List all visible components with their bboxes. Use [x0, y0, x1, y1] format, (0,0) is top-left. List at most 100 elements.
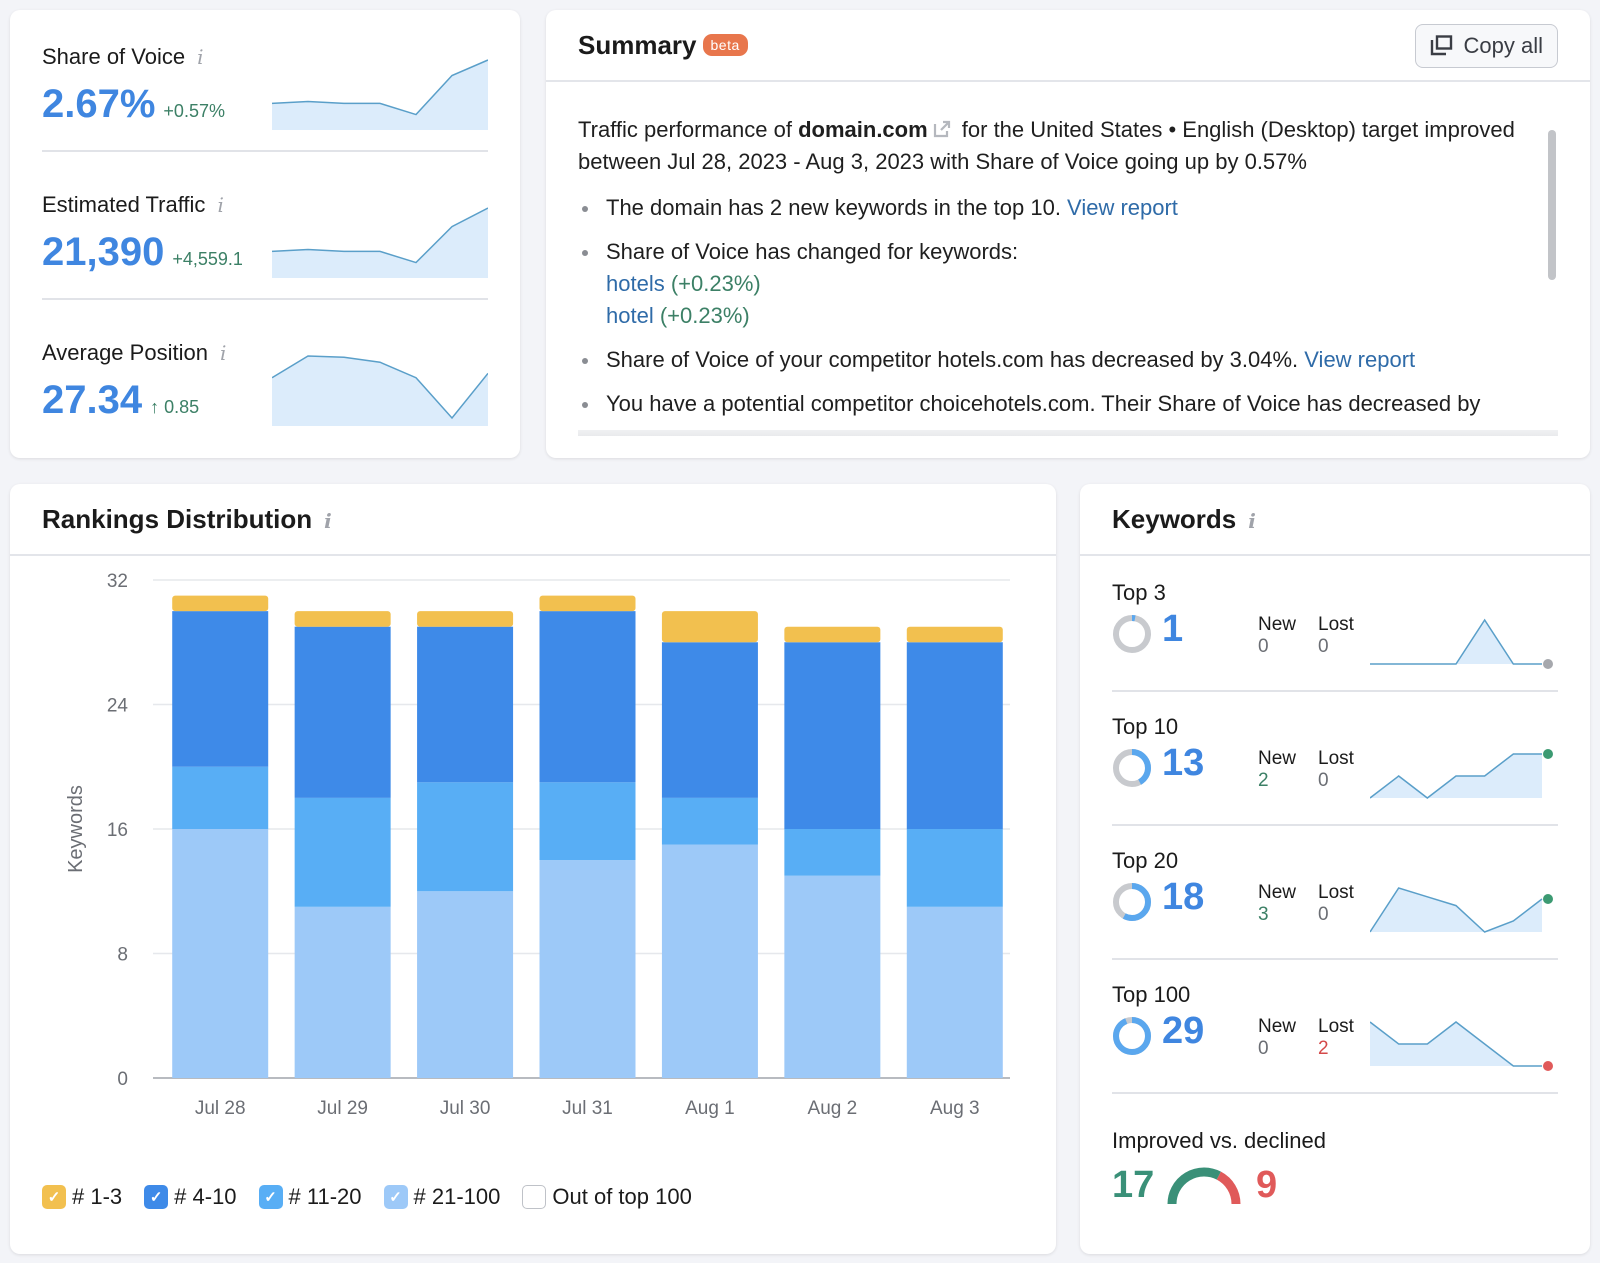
- keywords-header: Keywords i: [1080, 484, 1590, 556]
- legend-label: # 21-100: [413, 1184, 501, 1209]
- checkbox-checked-icon[interactable]: ✓: [258, 1185, 283, 1209]
- copy-all-label: Copy all: [1463, 33, 1543, 58]
- divider: [42, 150, 488, 152]
- metric-label: Average Position: [42, 340, 208, 365]
- x-tick-label: Jul 29: [317, 1098, 368, 1119]
- keyword-sparkline: [1370, 618, 1553, 669]
- keywords-card: Keywords i Top 3 1 New Lost 0 0 Top 10 13 New Lost…: [1080, 484, 1590, 1254]
- keyword-row-label: Top 100: [1112, 982, 1191, 1007]
- bullet-text: Share of Voice has changed for keywords:: [606, 239, 1019, 264]
- estimated-traffic-sparkline: [272, 207, 488, 278]
- y-tick-label: 0: [117, 1069, 128, 1090]
- checkbox-checked-icon[interactable]: ✓: [144, 1185, 169, 1209]
- legend-label: # 1-3: [72, 1184, 123, 1209]
- view-report-link[interactable]: View report: [1304, 347, 1415, 372]
- donut-icon: [1113, 615, 1151, 653]
- chart-legend: ✓ # 1-3 ✓ # 4-10 ✓ # 11-20 ✓ # 21-100 Out of top…: [42, 1184, 692, 1210]
- bar-segment-21-100: [784, 875, 881, 1078]
- bar-segment-11-20: [661, 797, 758, 845]
- share-of-voice-sparkline: [272, 59, 488, 130]
- keyword-change: (+0.23%): [670, 271, 761, 296]
- x-tick-label: Jul 28: [195, 1098, 246, 1119]
- summary-card: Summary beta Copy all Traffic performance…: [546, 10, 1590, 458]
- bar-segment-21-100: [294, 906, 391, 1078]
- legend-item[interactable]: ✓ # 11-20: [258, 1184, 362, 1210]
- improved-declined-gauge: [1167, 1167, 1241, 1205]
- checkbox-checked-icon[interactable]: ✓: [383, 1185, 408, 1209]
- rankings-distribution-card: Rankings Distribution i 0 8 16 24 32 Keywords J…: [10, 484, 1056, 1254]
- summary-scrollbar[interactable]: [1548, 130, 1556, 280]
- lost-label: Lost: [1318, 748, 1354, 769]
- new-label: New: [1258, 748, 1297, 769]
- info-icon[interactable]: i: [197, 45, 203, 69]
- summary-intro: Traffic performance of domain.com for th…: [578, 114, 1548, 178]
- info-icon[interactable]: i: [220, 341, 226, 365]
- bullet-text: Share of Voice of your competitor hotels…: [606, 347, 1305, 372]
- sparkline-area: [1370, 1022, 1542, 1066]
- view-report-link[interactable]: View report: [1067, 195, 1178, 220]
- legend-item[interactable]: ✓ # 4-10: [144, 1184, 237, 1210]
- keyword-row-top-10[interactable]: Top 10 13 New Lost 2 0: [1112, 714, 1558, 850]
- info-icon[interactable]: i: [1248, 509, 1256, 533]
- keyword-row-label: Top 20: [1112, 848, 1179, 873]
- legend-item[interactable]: ✓ # 1-3: [42, 1184, 122, 1210]
- sparkline-endpoint: [1543, 749, 1553, 759]
- bar-segment-11-20: [906, 829, 1003, 907]
- metrics-card: Share of Voice i 2.67% +0.57% Estimated Tr…: [10, 10, 520, 458]
- bar-segment-21-100: [661, 844, 758, 1078]
- lost-value: 0: [1318, 904, 1329, 925]
- sparkline-endpoint: [1543, 659, 1553, 669]
- rankings-header: Rankings Distribution i: [10, 484, 1056, 556]
- bar-segment-21-100: [906, 906, 1003, 1078]
- legend-item[interactable]: Out of top 100: [522, 1184, 692, 1210]
- divider: [42, 298, 488, 300]
- bar-segment-1-3: [661, 611, 758, 643]
- bullet-text: The domain has 2 new keywords in the top…: [606, 195, 1068, 220]
- bar-segment-1-3: [906, 626, 1003, 643]
- bullet-potential-competitor: You have a potential competitor choiceho…: [578, 388, 1548, 420]
- keyword-row-value: 13: [1162, 742, 1205, 784]
- summary-title: Summary beta: [578, 30, 748, 61]
- x-tick-label: Aug 3: [930, 1098, 980, 1119]
- lost-value: 0: [1318, 636, 1329, 657]
- keyword-link[interactable]: hotels: [606, 271, 665, 296]
- rankings-title: Rankings Distribution i: [42, 504, 332, 535]
- info-icon[interactable]: i: [217, 193, 223, 217]
- average-position-sparkline: [272, 355, 488, 426]
- keyword-row-label: Top 10: [1112, 714, 1179, 739]
- keyword-row-top-100[interactable]: Top 100 29 New Lost 0 2: [1112, 982, 1558, 1118]
- keyword-row-value: 18: [1162, 876, 1205, 918]
- keyword-link[interactable]: hotel: [606, 303, 654, 328]
- checkbox-empty-icon[interactable]: [522, 1185, 547, 1209]
- sparkline-line: [1370, 618, 1542, 665]
- y-tick-label: 16: [107, 820, 128, 841]
- copy-all-button[interactable]: Copy all: [1414, 24, 1558, 68]
- keyword-sparkline: [1370, 887, 1553, 933]
- sparkline-endpoint: [1543, 1061, 1553, 1071]
- summary-body: Traffic performance of domain.com for th…: [578, 114, 1548, 432]
- legend-item[interactable]: ✓ # 21-100: [383, 1184, 501, 1210]
- bar-segment-11-20: [294, 797, 391, 907]
- keyword-row-top-20[interactable]: Top 20 18 New Lost 3 0: [1112, 848, 1558, 984]
- info-icon[interactable]: i: [324, 509, 332, 533]
- bullet-text: You have a potential competitor choiceho…: [606, 391, 1481, 416]
- keyword-row-label: Top 3: [1112, 580, 1166, 605]
- lost-value: 0: [1318, 770, 1329, 791]
- keyword-row-top-3[interactable]: Top 3 1 New Lost 0 0: [1112, 580, 1558, 716]
- bar-segment-4-10: [906, 642, 1003, 829]
- lost-label: Lost: [1318, 1016, 1354, 1037]
- checkbox-checked-icon[interactable]: ✓: [42, 1185, 66, 1209]
- metric-label: Share of Voice: [42, 44, 186, 69]
- bar-segment-11-20: [784, 829, 881, 876]
- bar-segment-4-10: [661, 642, 758, 798]
- keyword-change: (+0.23%): [659, 303, 750, 328]
- metric-delta: +4,559.1: [172, 249, 243, 269]
- external-link-icon[interactable]: [932, 119, 952, 139]
- keyword-sparkline: [1370, 749, 1553, 799]
- copy-icon: [1430, 35, 1452, 56]
- metric-delta: ↑ 0.85: [150, 397, 200, 417]
- declined-count: 9: [1256, 1164, 1278, 1206]
- new-label: New: [1258, 882, 1297, 903]
- gauge-improved-arc: [1167, 1167, 1221, 1205]
- summary-bullets: The domain has 2 new keywords in the top…: [578, 192, 1548, 420]
